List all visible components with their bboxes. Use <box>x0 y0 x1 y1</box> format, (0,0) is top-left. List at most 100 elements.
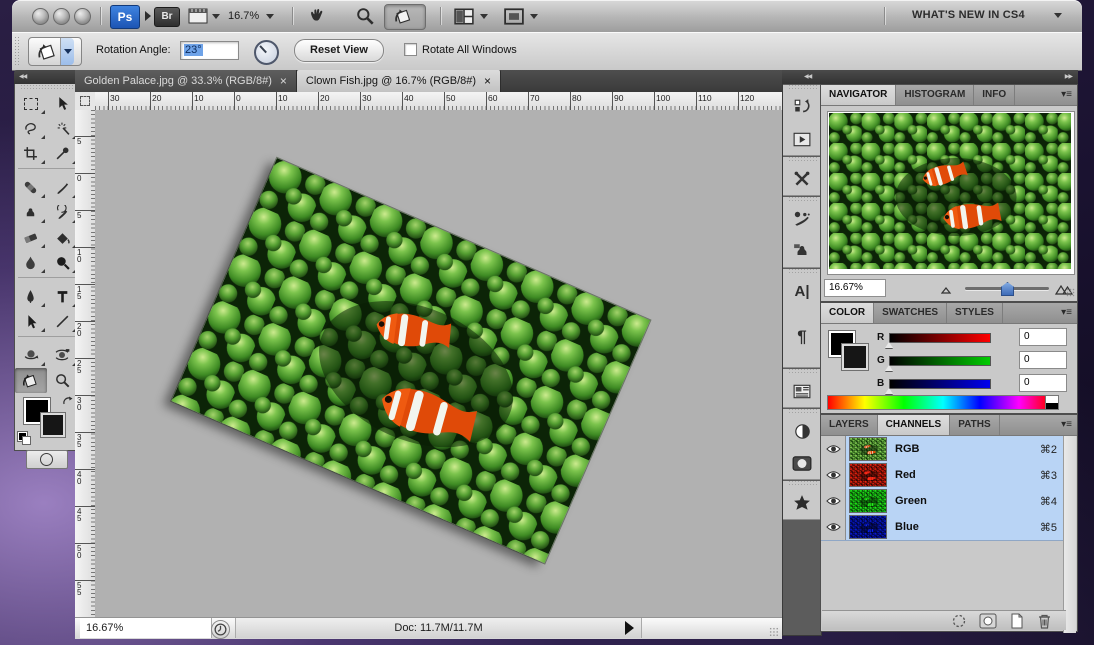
visibility-toggle[interactable] <box>821 514 846 540</box>
tool-burn[interactable] <box>47 250 79 275</box>
tool-lasso[interactable] <box>15 116 47 141</box>
zoom-out-icon[interactable] <box>941 286 953 294</box>
window-resize-grip[interactable] <box>769 627 779 637</box>
navigator-preview[interactable] <box>827 111 1075 275</box>
tool-move[interactable] <box>47 91 79 116</box>
ruler-origin-corner[interactable] <box>75 92 96 111</box>
tab-clown-fish[interactable]: Clown Fish.jpg @ 16.7% (RGB/8#) × <box>297 70 501 92</box>
tool-pen[interactable] <box>15 284 47 309</box>
tool-spot-healing-brush[interactable] <box>15 175 47 200</box>
tool-zoom[interactable] <box>47 368 79 393</box>
toolbar-collapse-header[interactable]: ◀◀ <box>14 70 82 84</box>
screen-mode-dropdown-arrow[interactable] <box>530 14 538 19</box>
slider-thumb[interactable] <box>1001 282 1014 296</box>
panel-menu-icon[interactable]: ▾≡ <box>1061 303 1077 323</box>
tab-paths[interactable]: PATHS <box>950 415 999 435</box>
background-color-swatch[interactable] <box>41 413 65 437</box>
layer-comps-panel-button[interactable] <box>783 375 821 407</box>
tool-blur[interactable] <box>15 250 47 275</box>
tab-golden-palace[interactable]: Golden Palace.jpg @ 33.3% (RGB/8#) × <box>75 70 297 92</box>
tool-eraser[interactable] <box>15 225 47 250</box>
panel-resize-grip[interactable] <box>1066 288 1075 297</box>
zoom-level-field[interactable]: 16.7% <box>228 10 259 22</box>
blue-slider-thumb[interactable] <box>885 388 893 394</box>
tool-history-brush[interactable] <box>47 200 79 225</box>
rotation-angle-input[interactable]: 23° <box>180 41 239 60</box>
visibility-toggle[interactable] <box>821 488 846 514</box>
tool-magic-wand[interactable] <box>47 116 79 141</box>
swap-colors-icon[interactable] <box>62 396 74 408</box>
tool-eyedropper[interactable] <box>47 141 79 166</box>
brushes-panel-button[interactable] <box>783 203 821 235</box>
visibility-toggle[interactable] <box>821 436 846 462</box>
3d-panel-button[interactable] <box>783 487 821 519</box>
masks-panel-button[interactable] <box>783 447 821 479</box>
rotate-all-windows-checkbox[interactable] <box>404 43 417 56</box>
arrange-dropdown-arrow[interactable] <box>480 14 488 19</box>
channel-row-rgb[interactable]: RGB ⌘2 <box>821 436 1065 463</box>
tab-histogram[interactable]: HISTOGRAM <box>896 85 974 105</box>
extras-dropdown-arrow[interactable] <box>212 14 220 19</box>
channel-row-blue[interactable]: Blue ⌘5 <box>821 514 1065 541</box>
window-close-button[interactable] <box>32 8 49 25</box>
status-zoom-field[interactable]: 16.67% <box>80 618 212 638</box>
delete-channel-button[interactable] <box>1037 613 1052 629</box>
tool-rotate-view-selected[interactable] <box>15 368 47 393</box>
tool-presets-panel-button[interactable] <box>783 163 821 195</box>
tab-navigator[interactable]: NAVIGATOR <box>821 85 896 105</box>
channels-scrollbar[interactable] <box>1063 436 1076 633</box>
panel-menu-icon[interactable]: ▾≡ <box>1061 85 1077 105</box>
tool-brush[interactable] <box>47 175 79 200</box>
clone-source-panel-button[interactable] <box>783 235 821 267</box>
view-extras-icon[interactable] <box>188 8 208 24</box>
tab-color[interactable]: COLOR <box>821 303 874 323</box>
tab-styles[interactable]: STYLES <box>947 303 1003 323</box>
background-color-swatch[interactable] <box>842 344 868 370</box>
tool-path-selection[interactable] <box>15 309 47 334</box>
navigator-zoom-field[interactable]: 16.67% <box>824 279 886 297</box>
quick-mask-button[interactable] <box>26 450 68 469</box>
character-panel-button[interactable]: A| <box>783 275 821 307</box>
visibility-toggle[interactable] <box>821 462 846 488</box>
window-minimize-button[interactable] <box>53 8 70 25</box>
whats-new-menu[interactable]: WHAT'S NEW IN CS4 <box>912 9 1025 21</box>
tool-3d-rotate[interactable] <box>15 343 47 368</box>
rotated-document-image[interactable] <box>171 158 650 563</box>
status-timer-icon[interactable] <box>211 620 230 639</box>
options-bar-grip[interactable] <box>14 36 21 66</box>
channel-row-green[interactable]: Green ⌘4 <box>821 488 1065 515</box>
arrange-documents-icon[interactable] <box>454 8 474 25</box>
hand-tool-icon[interactable] <box>308 7 328 25</box>
screen-mode-icon[interactable] <box>504 8 524 25</box>
zoom-dropdown-arrow[interactable] <box>266 14 274 19</box>
tab-layers[interactable]: LAYERS <box>821 415 878 435</box>
red-slider[interactable] <box>889 333 991 343</box>
green-value-field[interactable]: 0 <box>1019 351 1067 369</box>
new-channel-button[interactable] <box>1009 613 1025 629</box>
tab-close-icon[interactable]: × <box>484 76 491 86</box>
paragraph-panel-button[interactable]: ¶ <box>783 307 821 367</box>
blue-slider[interactable] <box>889 379 991 389</box>
red-slider-thumb[interactable] <box>885 342 893 348</box>
blue-value-field[interactable]: 0 <box>1019 374 1067 392</box>
rotation-dial[interactable] <box>254 40 279 65</box>
tool-3d-orbit[interactable] <box>47 343 79 368</box>
tab-swatches[interactable]: SWATCHES <box>874 303 947 323</box>
zoom-tool-icon[interactable] <box>356 7 374 25</box>
green-slider[interactable] <box>889 356 991 366</box>
tab-channels[interactable]: CHANNELS <box>878 415 951 435</box>
tool-clone-stamp[interactable] <box>15 200 47 225</box>
window-zoom-button[interactable] <box>74 8 91 25</box>
red-value-field[interactable]: 0 <box>1019 328 1067 346</box>
status-menu-arrow[interactable] <box>625 621 634 635</box>
panel-menu-icon[interactable]: ▾≡ <box>1061 415 1077 435</box>
navigator-zoom-slider[interactable] <box>965 287 1049 290</box>
spectrum-bw-swatches[interactable] <box>1045 395 1059 410</box>
tab-close-icon[interactable]: × <box>280 76 287 86</box>
save-selection-as-channel-button[interactable] <box>979 613 997 629</box>
reset-view-button[interactable]: Reset View <box>294 39 384 62</box>
launch-bridge-button[interactable]: Br <box>154 7 180 27</box>
tool-line-shape[interactable] <box>47 309 79 334</box>
actions-panel-button[interactable] <box>783 123 821 155</box>
canvas-viewport[interactable] <box>95 110 782 617</box>
